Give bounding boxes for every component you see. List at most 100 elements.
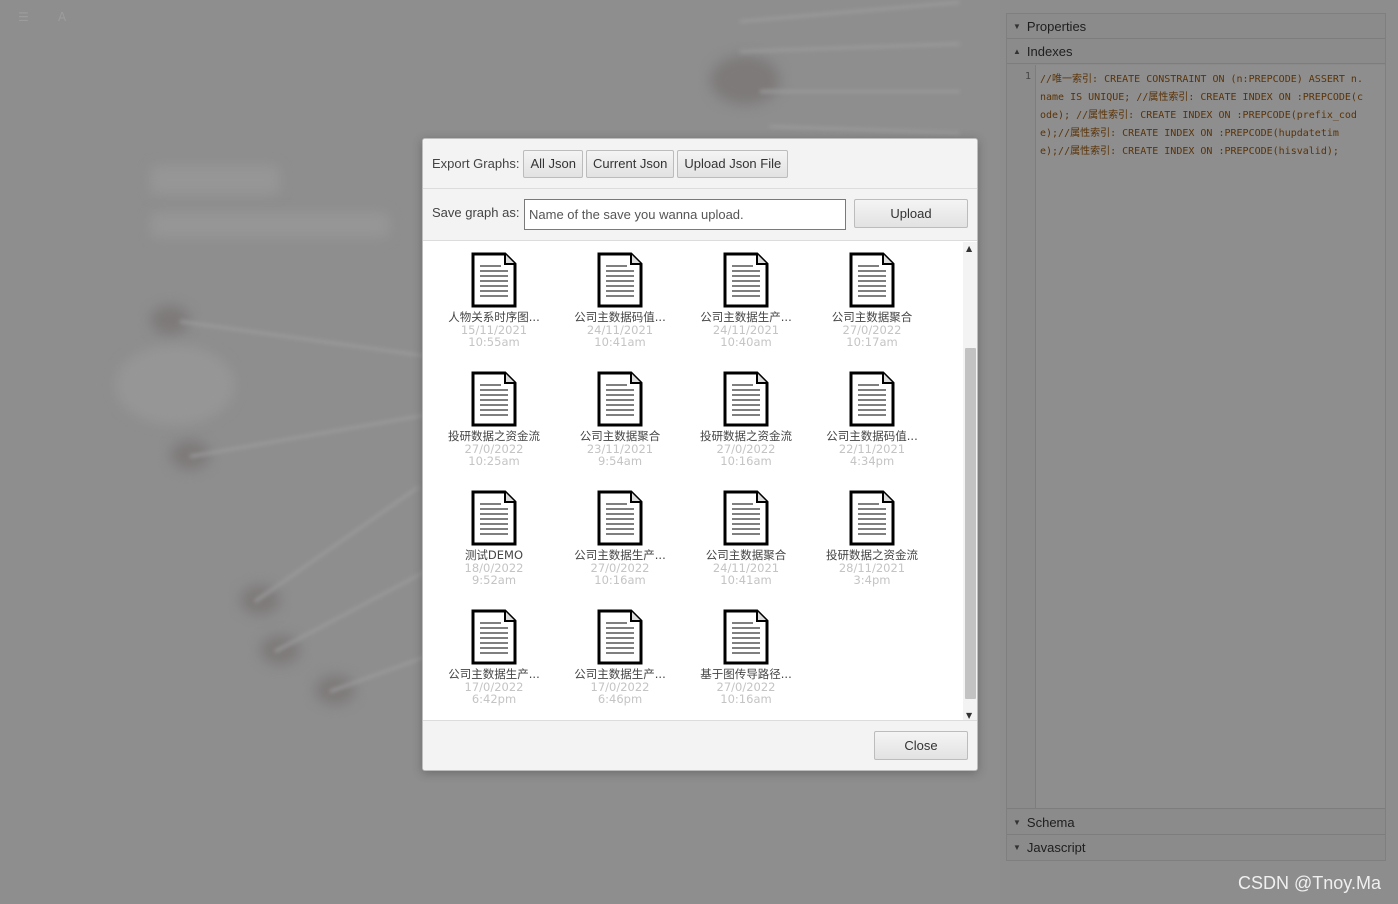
saved-graph-item[interactable]: 公司主数据生产... 17/0/2022 6:46pm xyxy=(557,609,683,722)
graph-node xyxy=(115,345,235,425)
graph-edge xyxy=(189,411,437,458)
saved-graph-item[interactable]: 基于图传导路径... 27/0/2022 10:16am xyxy=(683,609,809,722)
file-name: 公司主数据聚合 xyxy=(705,548,787,562)
document-icon xyxy=(597,252,643,308)
current-json-button[interactable]: Current Json xyxy=(585,149,675,178)
saved-graph-item[interactable]: 投研数据之资金流 28/11/2021 3:4pm xyxy=(809,490,935,609)
caret-down-icon: ▼ xyxy=(1013,817,1021,827)
file-name: 投研数据之资金流 xyxy=(448,429,540,443)
saved-graph-item[interactable]: 人物关系时序图... 15/11/2021 10:55am xyxy=(431,252,557,371)
properties-header[interactable]: ▼ Properties xyxy=(1007,14,1385,39)
export-graphs-label: Export Graphs: xyxy=(432,156,520,171)
file-time: 9:54am xyxy=(597,454,643,468)
file-time: 10:17am xyxy=(846,335,898,349)
close-button[interactable]: Close xyxy=(874,731,968,760)
properties-label: Properties xyxy=(1026,18,1087,34)
javascript-header[interactable]: ▼ Javascript xyxy=(1007,835,1385,860)
file-time: 10:25am xyxy=(468,454,520,468)
menu-icon[interactable]: ☰ xyxy=(18,10,29,24)
save-row: Save graph as: Upload xyxy=(423,189,977,241)
saved-graph-item[interactable]: 投研数据之资金流 27/0/2022 10:16am xyxy=(683,371,809,490)
scrollbar-thumb[interactable] xyxy=(965,348,976,699)
export-row: Export Graphs: All Json Current Json Upl… xyxy=(423,139,977,189)
file-time: 6:42pm xyxy=(471,692,517,706)
save-graph-label: Save graph as: xyxy=(432,205,520,220)
file-name: 公司主数据生产... xyxy=(574,548,666,562)
file-grid: 人物关系时序图... 15/11/2021 10:55am 公司主数据码值...… xyxy=(431,252,963,722)
file-time: 10:40am xyxy=(720,335,772,349)
saved-graph-item[interactable]: 公司主数据生产... 27/0/2022 10:16am xyxy=(557,490,683,609)
saved-graph-item[interactable]: 公司主数据码值... 22/11/2021 4:34pm xyxy=(809,371,935,490)
document-icon xyxy=(849,252,895,308)
document-icon xyxy=(723,609,769,665)
graph-edge xyxy=(179,320,438,360)
indexes-header[interactable]: ▲ Indexes xyxy=(1007,39,1385,64)
file-time: 6:46pm xyxy=(597,692,643,706)
dialog-footer: Close xyxy=(423,720,977,770)
file-list-scrollbar[interactable]: ▲ ▼ xyxy=(963,242,977,722)
graph-node xyxy=(150,212,390,238)
saved-graph-item[interactable]: 投研数据之资金流 27/0/2022 10:25am xyxy=(431,371,557,490)
font-icon[interactable]: A xyxy=(58,10,66,24)
caret-down-icon: ▼ xyxy=(1013,21,1021,31)
file-name: 公司主数据聚合 xyxy=(579,429,661,443)
javascript-label: Javascript xyxy=(1026,840,1086,855)
document-icon xyxy=(471,609,517,665)
file-name: 人物关系时序图... xyxy=(448,310,540,324)
file-time: 9:52am xyxy=(471,573,517,587)
index-code-editor[interactable]: 1 //唯一索引: CREATE CONSTRAINT ON (n:PREPCO… xyxy=(1007,65,1385,809)
schema-header[interactable]: ▼ Schema xyxy=(1007,810,1385,835)
document-icon xyxy=(597,609,643,665)
file-name: 公司主数据生产... xyxy=(574,667,666,681)
saved-graph-item[interactable]: 公司主数据聚合 27/0/2022 10:17am xyxy=(809,252,935,371)
document-icon xyxy=(723,371,769,427)
line-gutter: 1 xyxy=(1007,65,1036,808)
upload-button[interactable]: Upload xyxy=(854,199,968,228)
saved-graphs-list: 人物关系时序图... 15/11/2021 10:55am 公司主数据码值...… xyxy=(423,242,963,722)
all-json-button[interactable]: All Json xyxy=(523,149,583,178)
document-icon xyxy=(597,371,643,427)
graph-edge xyxy=(760,90,960,93)
file-time: 10:16am xyxy=(720,692,772,706)
index-code-text[interactable]: //唯一索引: CREATE CONSTRAINT ON (n:PREPCODE… xyxy=(1040,71,1365,161)
file-time: 4:34pm xyxy=(849,454,895,468)
document-icon xyxy=(471,252,517,308)
graph-edge xyxy=(769,125,960,135)
file-name: 基于图传导路径... xyxy=(700,667,792,681)
side-panel: ▼ Properties ▲ Indexes 1 //唯一索引: CREATE … xyxy=(1006,13,1386,861)
file-time: 10:16am xyxy=(720,454,772,468)
graph-edge xyxy=(739,0,960,23)
save-graph-dialog: Export Graphs: All Json Current Json Upl… xyxy=(422,138,978,771)
file-name: 公司主数据码值... xyxy=(574,310,666,324)
graph-node xyxy=(710,55,780,105)
saved-graph-item[interactable]: 公司主数据生产... 17/0/2022 6:42pm xyxy=(431,609,557,722)
scroll-down-icon[interactable]: ▼ xyxy=(966,711,972,720)
document-icon xyxy=(471,371,517,427)
file-time: 10:41am xyxy=(720,573,772,587)
document-icon xyxy=(597,490,643,546)
saved-graph-item[interactable]: 测试DEMO 18/0/2022 9:52am xyxy=(431,490,557,609)
saved-graph-item[interactable]: 公司主数据生产... 24/11/2021 10:40am xyxy=(683,252,809,371)
save-name-input[interactable] xyxy=(524,199,846,230)
graph-edge xyxy=(739,42,960,53)
file-time: 3:4pm xyxy=(853,573,891,587)
document-icon xyxy=(723,490,769,546)
file-name: 公司主数据生产... xyxy=(700,310,792,324)
caret-up-icon: ▲ xyxy=(1013,46,1021,56)
file-name: 测试DEMO xyxy=(464,548,524,562)
scroll-up-icon[interactable]: ▲ xyxy=(966,244,972,253)
saved-graph-item[interactable]: 公司主数据聚合 23/11/2021 9:54am xyxy=(557,371,683,490)
caret-down-icon: ▼ xyxy=(1013,843,1021,852)
saved-graph-item[interactable]: 公司主数据码值... 24/11/2021 10:41am xyxy=(557,252,683,371)
watermark: CSDN @Tnoy.Ma xyxy=(1238,873,1381,893)
document-icon xyxy=(471,490,517,546)
document-icon xyxy=(723,252,769,308)
file-time: 10:16am xyxy=(594,573,646,587)
schema-label: Schema xyxy=(1026,814,1075,830)
file-name: 投研数据之资金流 xyxy=(826,548,918,562)
indexes-label: Indexes xyxy=(1026,43,1073,59)
file-name: 投研数据之资金流 xyxy=(700,429,792,443)
upload-json-file-button[interactable]: Upload Json File xyxy=(677,149,789,178)
file-name: 公司主数据码值... xyxy=(826,429,918,443)
saved-graph-item[interactable]: 公司主数据聚合 24/11/2021 10:41am xyxy=(683,490,809,609)
